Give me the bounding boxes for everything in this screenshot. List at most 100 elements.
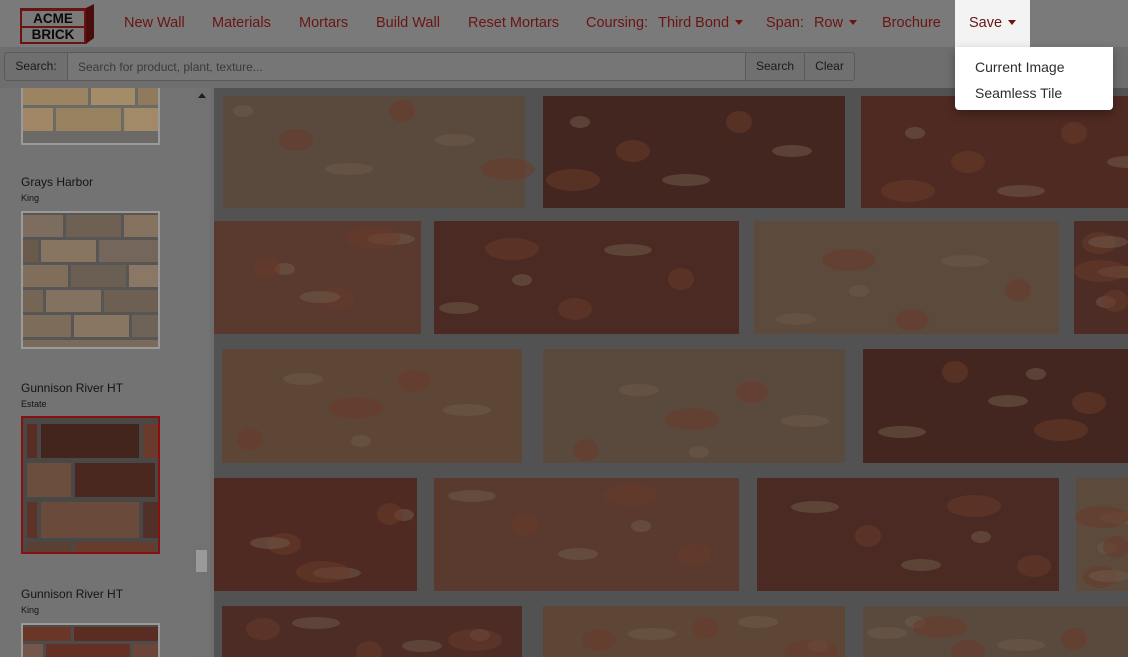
product-size: King <box>21 193 40 203</box>
product-thumbnail-gunnison-river-estate[interactable] <box>21 416 160 554</box>
brick-texture-spot <box>246 618 280 640</box>
nav-materials[interactable]: Materials <box>212 0 271 47</box>
brick-texture-spot <box>942 361 968 383</box>
product-thumbnail-grays-harbor[interactable] <box>21 211 160 349</box>
caret-down-icon <box>1008 19 1017 25</box>
brick-wall-preview <box>214 88 1128 657</box>
brick-texture-spot <box>582 629 616 651</box>
brick-texture-spot <box>1089 570 1128 582</box>
product-thumbnail-gunnison-river-king[interactable] <box>21 623 160 657</box>
sidebar-scrollbar[interactable] <box>193 88 210 657</box>
brick-texture-spot <box>439 302 479 314</box>
brick-texture-spot <box>692 617 718 639</box>
save-current-image-option[interactable]: Current Image <box>975 59 1064 75</box>
brick-texture-spot <box>1103 536 1128 558</box>
brick-texture-spot <box>781 415 829 427</box>
caret-down-icon <box>735 19 744 25</box>
brick-texture-spot <box>604 244 652 256</box>
brick-texture-spot <box>1075 506 1128 528</box>
brick-texture-spot <box>619 384 659 396</box>
nav-mortars[interactable]: Mortars <box>299 0 348 47</box>
brick-texture-spot <box>435 134 475 146</box>
brick-texture-spot <box>1034 419 1088 441</box>
nav-build-wall[interactable]: Build Wall <box>376 0 440 47</box>
product-name[interactable]: Gunnison River HT <box>21 381 123 395</box>
brick-texture-spot <box>895 309 929 331</box>
search-label: Search: <box>4 52 68 81</box>
product-size: Estate <box>21 399 47 409</box>
brick-texture-spot <box>905 127 925 139</box>
brick-texture-spot <box>254 257 280 279</box>
brick-texture-spot <box>901 559 941 571</box>
brick-texture-spot <box>971 531 991 543</box>
brick-texture-spot <box>292 617 340 629</box>
brick-swatch-image <box>23 625 158 657</box>
brick-texture-spot <box>677 544 711 566</box>
brick-texture-spot <box>448 490 496 502</box>
brick-texture-spot <box>329 397 383 419</box>
nav-save-dropdown[interactable]: Save <box>955 0 1030 47</box>
brick-texture-spot <box>822 249 876 271</box>
brick-texture-spot <box>546 169 600 191</box>
acme-brick-logo-mark: ACME BRICK <box>20 4 94 44</box>
brick-texture-spot <box>997 185 1045 197</box>
product-list: Grays Harbor King Gunnison River HT Esta… <box>0 88 193 657</box>
brick-texture-spot <box>988 395 1028 407</box>
nav-reset-mortars[interactable]: Reset Mortars <box>468 0 559 47</box>
scroll-up-arrow-icon[interactable] <box>198 93 206 98</box>
brick-texture-spot <box>855 525 881 547</box>
search-button[interactable]: Search <box>745 52 805 81</box>
brick-texture-spot <box>481 158 535 180</box>
brick-texture-spot <box>689 446 709 458</box>
brick-texture-spot <box>377 503 403 525</box>
brick-texture-spot <box>1074 260 1128 282</box>
coursing-value: Third Bond <box>658 15 730 31</box>
brick-texture-spot <box>283 373 323 385</box>
acme-brick-logo[interactable]: ACME BRICK <box>20 4 94 44</box>
brick <box>757 478 1059 591</box>
save-dropdown-menu: Current Image Seamless Tile <box>955 47 1113 110</box>
brick-texture-spot <box>1102 290 1128 312</box>
nav-brochure[interactable]: Brochure <box>882 0 941 47</box>
brick-texture-spot <box>668 268 694 290</box>
product-thumbnail-previous[interactable] <box>21 88 160 145</box>
brick-texture-spot <box>397 370 431 392</box>
brick-texture-spot <box>881 180 935 202</box>
brick-texture-spot <box>772 145 812 157</box>
product-name[interactable]: Gunnison River HT <box>21 587 123 601</box>
clear-button[interactable]: Clear <box>804 52 855 81</box>
search-input[interactable] <box>67 52 756 81</box>
nav-span-dropdown[interactable]: Span: Row <box>766 0 857 47</box>
brick-texture-spot <box>1088 236 1128 248</box>
nav-new-wall[interactable]: New Wall <box>124 0 185 47</box>
brick-texture-spot <box>631 520 651 532</box>
brick-texture-spot <box>296 561 350 583</box>
brick-texture-spot <box>1061 628 1087 650</box>
save-seamless-tile-option[interactable]: Seamless Tile <box>975 85 1062 101</box>
span-label: Span: <box>766 15 804 31</box>
nav-coursing-dropdown[interactable]: Coursing: Third Bond <box>586 0 744 47</box>
brick-texture-spot <box>279 129 313 151</box>
brick-texture-spot <box>616 140 650 162</box>
brick-texture-spot <box>628 628 676 640</box>
brick-texture-spot <box>997 639 1045 651</box>
brick-texture-spot <box>867 627 907 639</box>
product-name[interactable]: Grays Harbor <box>21 175 93 189</box>
brick-texture-spot <box>300 291 340 303</box>
brick-texture-spot <box>558 548 598 560</box>
brick-texture-spot <box>913 616 967 638</box>
scroll-thumb[interactable] <box>196 550 207 572</box>
brick-texture-spot <box>512 514 538 536</box>
brick-texture-spot <box>237 428 263 450</box>
brick <box>223 96 525 208</box>
brick-texture-spot <box>233 105 253 117</box>
brick-swatch-image <box>23 418 158 552</box>
save-label: Save <box>969 15 1003 31</box>
brick-texture-spot <box>604 484 658 506</box>
brick-texture-spot <box>1017 555 1051 577</box>
brick-texture-spot <box>1072 392 1106 414</box>
product-size: King <box>21 605 40 615</box>
coursing-label: Coursing: <box>586 15 649 31</box>
brick-texture-spot <box>448 629 502 651</box>
brick-texture-spot <box>941 255 989 267</box>
